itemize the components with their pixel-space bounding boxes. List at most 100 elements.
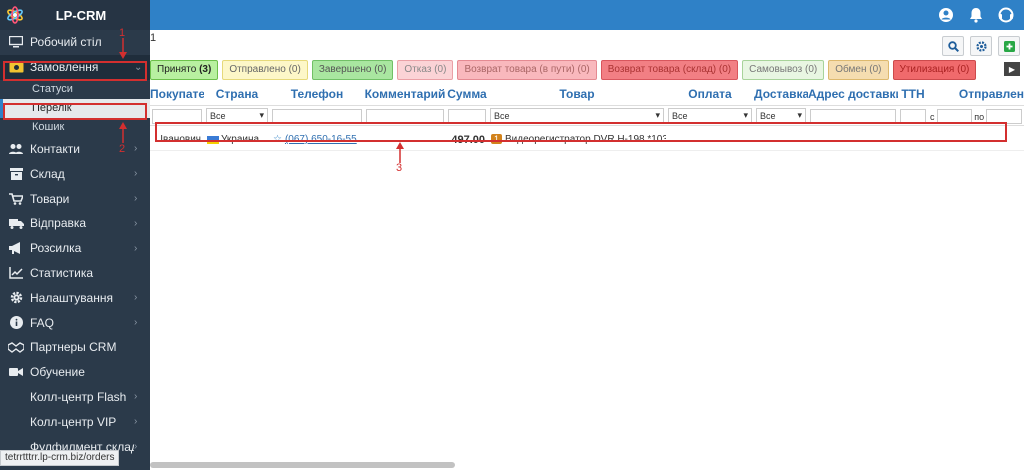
- tab-status[interactable]: Самовывоз (0): [742, 60, 825, 80]
- tab-count: (3): [199, 64, 212, 75]
- sidebar-item-settings[interactable]: Налаштування ›: [0, 285, 150, 310]
- tab-status[interactable]: Принято (3): [150, 60, 219, 80]
- settings-button[interactable]: [970, 36, 992, 56]
- filter-cell: Все ▾: [754, 108, 808, 125]
- country-filter[interactable]: Все ▾: [206, 108, 268, 123]
- table-header: ПокупательСтранаТелефонКомментарийСуммаТ…: [150, 84, 1024, 106]
- address-filter[interactable]: [810, 108, 896, 124]
- add-order-button[interactable]: [998, 36, 1020, 56]
- chevron-right-icon: ›: [134, 143, 138, 155]
- status-url: tetrrtttrr.lp-crm.biz/orders: [0, 450, 120, 466]
- filter-cell: Все ▾: [666, 108, 754, 125]
- comment-filter[interactable]: [366, 108, 444, 124]
- sidebar-item-label: Товари: [30, 191, 70, 206]
- column-header[interactable]: Оплата: [666, 84, 754, 105]
- top-bar: [0, 0, 1024, 30]
- handshake-icon: [8, 340, 24, 354]
- sidebar-item-label: Колл-центр VIP: [30, 414, 117, 429]
- country-value: Украина: [221, 134, 260, 145]
- date-from-label: с: [930, 111, 935, 122]
- breadcrumb: 1: [150, 32, 157, 44]
- filter-value: Все: [210, 110, 226, 121]
- horizontal-scrollbar[interactable]: [150, 462, 455, 468]
- arrow-down-icon: [119, 38, 127, 59]
- tab-status[interactable]: Завершено (0): [311, 60, 394, 80]
- column-header[interactable]: Страна: [204, 84, 270, 105]
- sidebar-item-callcenter-flash[interactable]: Колл-центр Flash ›: [0, 385, 150, 410]
- chevron-down-icon: ⌄: [134, 61, 143, 73]
- quantity-badge: 1: [491, 134, 503, 144]
- logo[interactable]: LP-CRM: [0, 0, 150, 30]
- filter-cell: Все ▾: [204, 108, 270, 125]
- sidebar-item-label: Обучение: [30, 365, 85, 380]
- tabs-scroll-right-button[interactable]: ▶: [1004, 62, 1020, 76]
- sidebar-item-warehouse[interactable]: Склад ›: [0, 161, 150, 186]
- buyer-filter[interactable]: [152, 108, 202, 124]
- column-header[interactable]: Телефон: [270, 84, 364, 105]
- product-filter[interactable]: Все ▾: [490, 108, 664, 123]
- chevron-right-icon: ›: [134, 193, 138, 205]
- tab-status[interactable]: Возврат товара (в пути) (0): [457, 60, 597, 80]
- sidebar-item-partners[interactable]: Партнеры CRM: [0, 335, 150, 360]
- sum-cell: 497.00: [451, 133, 485, 146]
- sidebar-subitem-statuses[interactable]: Статуси: [0, 80, 150, 99]
- annotation-number-3: 3: [396, 162, 403, 174]
- sidebar-item-faq[interactable]: FAQ ›: [0, 310, 150, 335]
- support-icon[interactable]: [998, 7, 1014, 23]
- gear-icon: [8, 291, 24, 305]
- phone-cell: ☆ (067) 650-16-55: [270, 134, 364, 145]
- sidebar-item-training[interactable]: Обучение: [0, 360, 150, 385]
- tab-status[interactable]: Отказ (0): [397, 60, 454, 80]
- filter-cell: [270, 108, 364, 125]
- tab-status[interactable]: Возврат товара (склад) (0): [600, 60, 739, 80]
- tab-label: Принято: [157, 64, 197, 75]
- tab-count: (0): [288, 64, 301, 75]
- buyer-cell: Іванович: [160, 134, 201, 145]
- filter-cell: Все ▾: [488, 108, 666, 125]
- ttn-filter[interactable]: [900, 108, 926, 124]
- star-icon[interactable]: ☆: [273, 134, 282, 145]
- column-header[interactable]: Товар: [488, 84, 666, 105]
- phone-link[interactable]: (067) 650-16-55: [285, 134, 357, 145]
- delivery-filter[interactable]: Все ▾: [756, 108, 806, 123]
- search-icon: [947, 40, 959, 52]
- sidebar-subitem-list[interactable]: Перелік: [0, 98, 150, 118]
- sidebar-item-statistics[interactable]: Статистика: [0, 261, 150, 286]
- sidebar-item-shipping[interactable]: Відправка ›: [0, 211, 150, 236]
- bell-icon[interactable]: [968, 7, 984, 23]
- sum-filter[interactable]: [448, 108, 486, 124]
- column-header[interactable]: Отправлен: [928, 84, 1024, 105]
- filter-cell: [898, 108, 928, 125]
- filter-cell: [150, 108, 204, 125]
- gear-icon: [975, 40, 987, 52]
- column-header[interactable]: Сумма: [446, 84, 488, 105]
- tab-status[interactable]: Обмен (0): [828, 60, 889, 80]
- column-header[interactable]: Адрес доставки: [808, 84, 898, 105]
- user-icon[interactable]: [938, 7, 954, 23]
- crm-screen: LP-CRM Робочий стіл Замовлення ⌄ Статуси…: [0, 0, 1024, 470]
- sidebar-item-label: Колл-центр Flash: [30, 389, 127, 404]
- sidebar-item-callcenter-vip[interactable]: Колл-центр VIP ›: [0, 409, 150, 434]
- column-header[interactable]: ТТН: [898, 84, 928, 105]
- country-cell: Украина: [204, 134, 270, 145]
- chevron-right-icon: ›: [134, 416, 138, 428]
- payment-filter[interactable]: Все ▾: [668, 108, 752, 123]
- column-header[interactable]: Комментарий: [364, 84, 446, 105]
- sidebar-item-label: Розсилка: [30, 241, 82, 256]
- tab-status[interactable]: Отправлено (0): [222, 60, 308, 80]
- table-row[interactable]: Іванович Украина ☆ (067) 650-16-55 497.0…: [150, 129, 1024, 151]
- tab-status[interactable]: Утилизация (0): [892, 60, 977, 80]
- sidebar-item-label: FAQ: [30, 315, 55, 330]
- sidebar-item-mailing[interactable]: Розсилка ›: [0, 236, 150, 261]
- column-header[interactable]: Покупатель: [150, 84, 204, 105]
- date-from-input[interactable]: [936, 109, 973, 124]
- archive-icon: [8, 167, 24, 181]
- tab-count: (0): [957, 64, 970, 75]
- sidebar-item-products[interactable]: Товари ›: [0, 186, 150, 211]
- video-icon: [8, 365, 24, 379]
- column-header[interactable]: Доставка: [754, 84, 808, 105]
- phone-filter[interactable]: [272, 108, 362, 124]
- search-button[interactable]: [942, 36, 964, 56]
- money-icon: [8, 60, 24, 74]
- date-to-input[interactable]: [986, 109, 1022, 124]
